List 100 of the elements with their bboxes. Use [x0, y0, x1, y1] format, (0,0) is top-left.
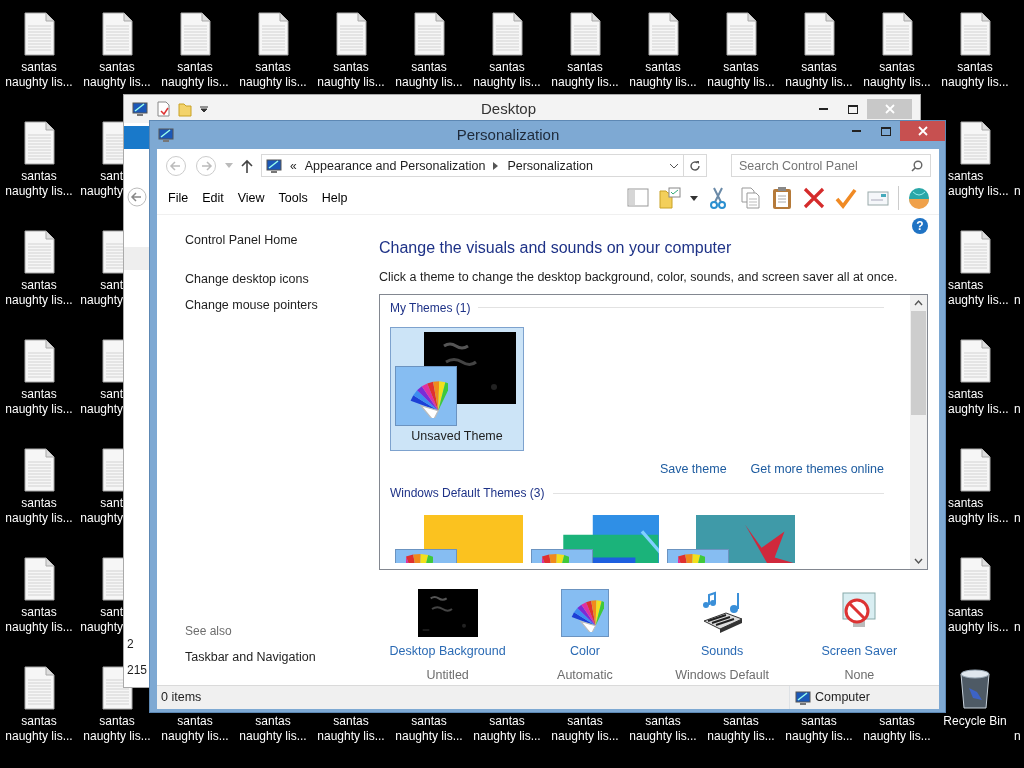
sidebar-link[interactable]: Control Panel Home	[185, 230, 370, 250]
file-label[interactable]: santas naughty lis...	[785, 714, 853, 744]
file-label[interactable]: n	[1014, 184, 1021, 199]
file-icon[interactable]	[22, 448, 56, 492]
file-icon[interactable]	[958, 557, 992, 601]
file-label[interactable]: santas aughty lis...	[948, 387, 1009, 417]
file-icon[interactable]	[958, 121, 992, 165]
chevron-icon[interactable]	[493, 161, 500, 170]
file-label[interactable]: santas naughty lis...	[239, 714, 307, 744]
breadcrumb[interactable]: Personalization	[507, 156, 593, 176]
file-label[interactable]: santas naughty lis...	[473, 714, 541, 744]
file-icon[interactable]	[22, 339, 56, 383]
file-icon[interactable]	[100, 448, 123, 492]
file-label[interactable]: santas aughty lis...	[948, 278, 1009, 308]
file-label[interactable]: santas naughty lis...	[785, 60, 853, 90]
file-label[interactable]: santas naughty lis...	[5, 60, 73, 90]
file-label[interactable]: santas naughty lis...	[707, 714, 775, 744]
file-label[interactable]: santas naughty lis...	[863, 714, 931, 744]
chevron-down-icon[interactable]	[669, 162, 679, 169]
file-label[interactable]: santas naughty lis...	[5, 169, 73, 199]
file-label[interactable]: sant naughty	[80, 278, 123, 308]
file-label[interactable]: santas naughty lis...	[629, 714, 697, 744]
refresh-button[interactable]	[683, 154, 707, 178]
refresh-icon[interactable]	[689, 159, 701, 172]
file-label[interactable]: santas naughty lis...	[707, 60, 775, 90]
file-label[interactable]: sant naughty	[80, 605, 123, 635]
file-icon[interactable]	[22, 557, 56, 601]
file-icon[interactable]	[490, 12, 524, 56]
file-label[interactable]: santas aughty lis...	[948, 496, 1009, 526]
menu-item[interactable]: View	[230, 187, 272, 210]
sidebar-link[interactable]: Change mouse pointers	[185, 296, 370, 316]
theme-tile[interactable]: Unsaved Theme	[390, 326, 524, 451]
maximize-icon[interactable]	[847, 104, 858, 114]
link[interactable]: Get more themes online	[750, 459, 884, 479]
file-label[interactable]: santas naughty lis...	[395, 60, 463, 90]
maximize-icon[interactable]	[880, 126, 891, 136]
file-label[interactable]: santas naughty lis...	[161, 714, 229, 744]
file-icon[interactable]	[22, 666, 56, 710]
file-icon[interactable]	[958, 339, 992, 383]
menu-item[interactable]: Help	[314, 187, 355, 210]
setting-link[interactable]: Desktop Background	[389, 641, 506, 661]
file-icon[interactable]	[724, 12, 758, 56]
caret-icon[interactable]	[200, 105, 208, 113]
file-label[interactable]: santas aughty lis...	[948, 605, 1009, 635]
menu-item[interactable]: Tools	[271, 187, 315, 210]
file-icon[interactable]	[802, 12, 836, 56]
file-icon[interactable]	[880, 12, 914, 56]
file-label[interactable]: n	[1014, 620, 1021, 635]
sidebar-link[interactable]: Change desktop icons	[185, 269, 370, 289]
file-icon[interactable]	[100, 557, 123, 601]
menu-item[interactable]: File	[161, 187, 196, 210]
file-icon[interactable]	[22, 230, 56, 274]
file-label[interactable]: sant naughty	[80, 496, 123, 526]
scrollbar[interactable]	[910, 294, 927, 569]
file-icon[interactable]	[100, 339, 123, 383]
file-label[interactable]: santas naughty lis...	[83, 714, 151, 744]
document-icon[interactable]	[156, 101, 170, 117]
close-button[interactable]	[900, 121, 945, 141]
file-label[interactable]: santas naughty lis...	[317, 714, 385, 744]
color-swatch[interactable]	[560, 588, 609, 637]
file-label[interactable]: santas naughty lis...	[551, 714, 619, 744]
file-label[interactable]: santas naughty lis...	[941, 60, 1009, 90]
setting-link[interactable]: Sounds	[700, 641, 744, 661]
sidebar-link[interactable]: Taskbar and Navigation	[185, 648, 370, 668]
close-icon[interactable]	[917, 126, 928, 136]
search-icon[interactable]	[911, 160, 923, 173]
file-label[interactable]: santas naughty lis...	[551, 60, 619, 90]
file-icon[interactable]	[568, 12, 602, 56]
file-label[interactable]: santas naughty lis...	[239, 60, 307, 90]
file-icon[interactable]	[334, 12, 368, 56]
file-icon[interactable]	[958, 12, 992, 56]
file-label[interactable]: santas naughty lis...	[5, 605, 73, 635]
up-arrow-icon[interactable]	[241, 158, 253, 173]
file-label[interactable]: sant naughty	[80, 387, 123, 417]
file-icon[interactable]	[22, 12, 56, 56]
file-icon[interactable]	[178, 12, 212, 56]
file-label[interactable]: santas naughty lis...	[5, 387, 73, 417]
back-button[interactable]	[127, 187, 147, 207]
file-label[interactable]: santas naughty lis...	[395, 714, 463, 744]
setting-link[interactable]: Screen Saver	[821, 641, 898, 661]
menu-item[interactable]: Edit	[195, 187, 231, 210]
search-field[interactable]: Search Control Panel	[731, 154, 931, 178]
setting-link[interactable]: Color	[569, 641, 600, 661]
file-icon[interactable]	[256, 12, 290, 56]
file-icon[interactable]	[100, 121, 123, 165]
file-label[interactable]: santas naughty lis...	[161, 60, 229, 90]
file-label[interactable]: santas naughty lis...	[5, 278, 73, 308]
file-label[interactable]: n	[1014, 511, 1021, 526]
file-icon[interactable]	[958, 448, 992, 492]
file-icon[interactable]	[646, 12, 680, 56]
file-label[interactable]: santas naughty lis...	[317, 60, 385, 90]
file-icon[interactable]	[100, 230, 123, 274]
address-bar[interactable]: « Appearance and Personalization Personalization	[261, 154, 684, 178]
file-label[interactable]: n	[1014, 729, 1021, 744]
file-label[interactable]: santas naughty lis...	[863, 60, 931, 90]
file-label[interactable]: sant naughty	[80, 169, 123, 199]
file-label[interactable]: santas naughty lis...	[629, 60, 697, 90]
file-icon[interactable]	[958, 230, 992, 274]
file-label[interactable]: n	[1014, 293, 1021, 308]
overflow-chevron[interactable]: «	[290, 156, 297, 175]
